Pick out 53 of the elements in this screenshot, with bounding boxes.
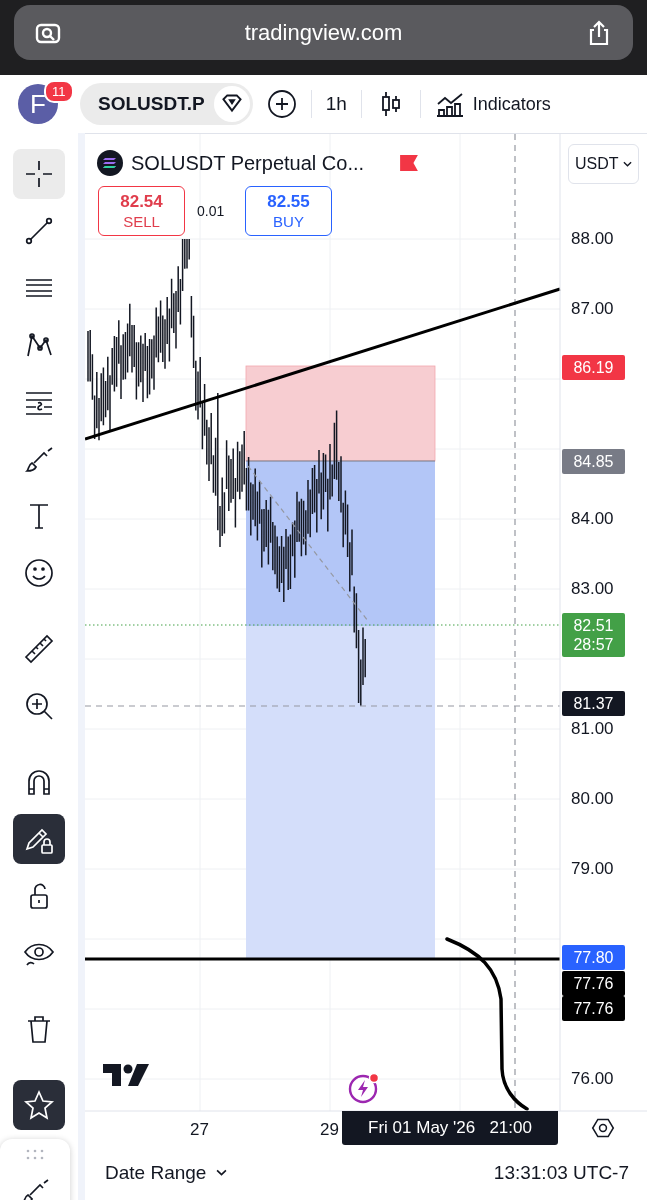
- horizontal-line[interactable]: [85, 957, 560, 961]
- price-tick-label: 79.00: [571, 858, 614, 880]
- crosshair-time-label: Fri 01 May '26 21:00: [342, 1111, 558, 1145]
- add-circle-icon[interactable]: [266, 89, 297, 119]
- drawing-tool[interactable]: [13, 149, 65, 199]
- stop-loss-zone[interactable]: [245, 365, 436, 462]
- notification-count: 11: [44, 80, 74, 103]
- drag-handle-icon[interactable]: [25, 1149, 45, 1161]
- lightning-icon[interactable]: [347, 1071, 381, 1105]
- symbol-selector[interactable]: SOLUSDT.P: [80, 83, 253, 125]
- price-label: 77.80: [562, 945, 625, 970]
- price-tick-label: 76.00: [571, 1068, 614, 1090]
- spread-value: 0.01: [197, 203, 226, 219]
- address-bar[interactable]: tradingview.com: [14, 5, 633, 60]
- interval-button[interactable]: 1h: [325, 93, 347, 115]
- price-tick-label: 81.00: [571, 718, 614, 740]
- drawing-tool[interactable]: [13, 814, 65, 864]
- settings-icon[interactable]: [591, 1116, 615, 1140]
- buy-button[interactable]: 82.55 BUY: [245, 186, 332, 236]
- chart-title: SOLUSDT Perpetual Co...: [131, 151, 365, 175]
- time-axis-label: 27: [190, 1120, 209, 1140]
- crosshair-icon: [23, 158, 55, 190]
- coin-logo-icon: [97, 150, 123, 176]
- date-range-button[interactable]: Date Range: [105, 1161, 228, 1184]
- ruler-icon: [23, 633, 55, 665]
- price-tick-label: 87.00: [571, 298, 614, 320]
- symbol-name: SOLUSDT.P: [98, 93, 205, 115]
- price-tick-label: 84.00: [571, 508, 614, 530]
- url-text: tradingview.com: [244, 19, 403, 46]
- flag-icon[interactable]: [400, 155, 419, 171]
- chevron-down-icon: [622, 161, 632, 167]
- currency-dropdown[interactable]: USDT: [568, 144, 639, 184]
- price-label: 77.76: [562, 996, 625, 1021]
- time-axis-label: 29: [320, 1120, 339, 1140]
- line-icon: [23, 215, 55, 247]
- chevron-down-icon: [216, 1169, 228, 1176]
- price-tick-label: 83.00: [571, 578, 614, 600]
- indicators-button[interactable]: Indicators: [434, 89, 551, 119]
- clock-text: 13:31:03 UTC-7: [493, 1161, 629, 1184]
- tradingview-logo: [103, 1064, 149, 1086]
- price-tick-label: 80.00: [571, 788, 614, 810]
- drawing-tool[interactable]: [13, 1080, 65, 1130]
- smiley-icon: [23, 557, 55, 589]
- price-label: 77.76: [562, 971, 625, 996]
- trend-line[interactable]: [85, 287, 561, 441]
- price-label: 86.19: [562, 355, 625, 380]
- sell-button[interactable]: 82.54 SELL: [98, 186, 185, 236]
- price-tick-label: 88.00: [571, 228, 614, 250]
- price-label: 82.51 28:57: [562, 613, 625, 657]
- star-icon: [23, 1089, 55, 1121]
- price-label: 84.85: [562, 449, 625, 474]
- price-label: 81.37: [562, 691, 625, 716]
- zoom-icon: [23, 690, 55, 722]
